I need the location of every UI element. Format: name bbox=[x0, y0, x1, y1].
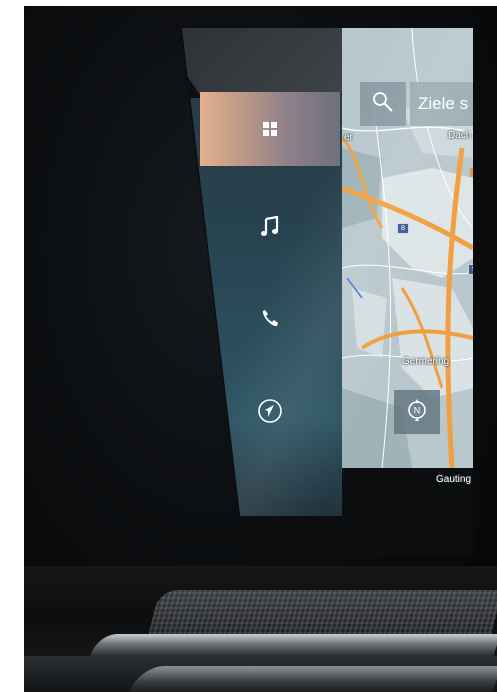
sidebar-header bbox=[182, 28, 342, 92]
place-label: er bbox=[344, 132, 353, 143]
navigation-arrow-icon bbox=[257, 398, 283, 424]
destination-search-field[interactable]: Ziele s bbox=[410, 82, 473, 126]
compass-icon: N bbox=[405, 398, 429, 427]
road-shield-b304: 304 bbox=[470, 168, 473, 177]
lower-chrome-trim bbox=[129, 666, 497, 692]
svg-text:N: N bbox=[414, 405, 421, 415]
search-icon bbox=[372, 91, 394, 118]
sidebar-item-media[interactable] bbox=[200, 190, 340, 264]
speaker-grille bbox=[148, 590, 497, 634]
chrome-trim bbox=[90, 634, 497, 656]
search-button[interactable] bbox=[360, 82, 406, 126]
phone-icon bbox=[259, 308, 281, 330]
place-label-gauting: Gauting bbox=[436, 474, 472, 485]
road-shield-a99: 99 bbox=[468, 264, 473, 275]
place-label-germering: Germering bbox=[402, 356, 450, 367]
place-label: Dach bbox=[448, 130, 472, 141]
sidebar-item-phone[interactable] bbox=[200, 282, 340, 356]
sidebar-item-apps[interactable] bbox=[200, 92, 340, 166]
road-shield-a8: 8 bbox=[397, 223, 409, 234]
music-note-icon bbox=[260, 216, 280, 238]
grid-icon bbox=[262, 121, 278, 137]
compass-button[interactable]: N bbox=[394, 390, 440, 434]
